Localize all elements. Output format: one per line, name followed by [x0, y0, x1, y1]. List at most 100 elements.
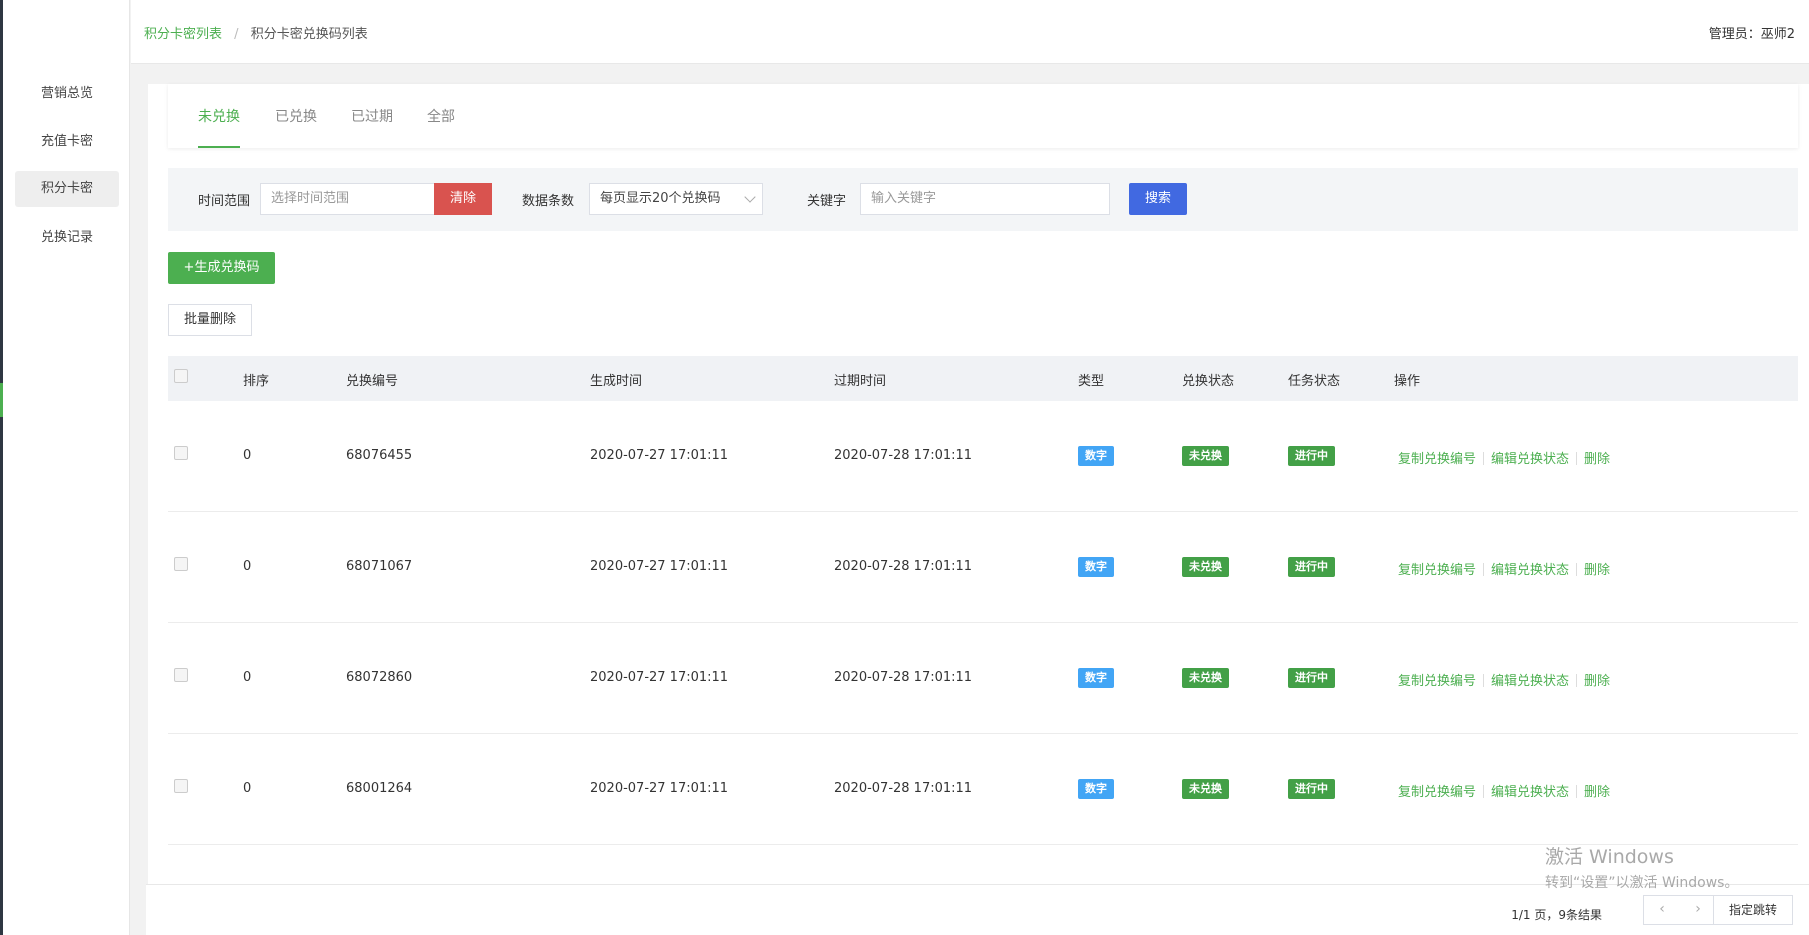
table-row: 0 68072860 2020-07-27 17:01:11 2020-07-2…: [168, 623, 1798, 734]
cell-order: 0: [243, 781, 252, 796]
select-all-checkbox[interactable]: [174, 369, 188, 383]
clear-button[interactable]: 清除: [434, 183, 492, 215]
type-badge: 数字: [1078, 446, 1114, 466]
filter-bar: 时间范围 选择时间范围 清除 数据条数 每页显示20个兑换码 关键字 输入关键字…: [168, 168, 1798, 231]
header-expires: 过期时间: [834, 374, 887, 389]
tab-expired[interactable]: 已过期: [351, 106, 393, 148]
chevron-down-icon: [744, 191, 756, 203]
sidebar-item-marketing-overview[interactable]: 营销总览: [15, 76, 119, 112]
edit-status-link[interactable]: 编辑兑换状态: [1491, 674, 1569, 689]
copy-code-link[interactable]: 复制兑换编号: [1398, 452, 1476, 467]
task-status-badge: 进行中: [1288, 557, 1335, 577]
header-created: 生成时间: [590, 374, 643, 389]
watermark-title: 激活 Windows: [1545, 846, 1674, 868]
cell-order: 0: [243, 670, 252, 685]
breadcrumb-current: 积分卡密兑换码列表: [250, 27, 368, 42]
divider: [1576, 674, 1578, 687]
generate-code-button[interactable]: +生成兑换码: [168, 252, 275, 284]
table-row: 0 68001264 2020-07-27 17:01:11 2020-07-2…: [168, 734, 1798, 845]
task-status-badge: 进行中: [1288, 668, 1335, 688]
cell-created: 2020-07-27 17:01:11: [590, 559, 729, 574]
codes-table: 排序 兑换编号 生成时间 过期时间 类型 兑换状态 任务状态 操作 0 6807…: [168, 356, 1798, 845]
edit-status-link[interactable]: 编辑兑换状态: [1491, 452, 1569, 467]
edit-status-link[interactable]: 编辑兑换状态: [1491, 563, 1569, 578]
delete-link[interactable]: 删除: [1584, 452, 1610, 467]
header-order: 排序: [243, 374, 270, 389]
table-header: 排序 兑换编号 生成时间 过期时间 类型 兑换状态 任务状态 操作: [168, 356, 1798, 401]
sidebar-item-recharge-cards[interactable]: 充值卡密: [15, 124, 119, 160]
table-row: 0 68071067 2020-07-27 17:01:11 2020-07-2…: [168, 512, 1798, 623]
edit-status-link[interactable]: 编辑兑换状态: [1491, 785, 1569, 800]
keyword-input[interactable]: 输入关键字: [860, 183, 1110, 215]
divider: [1483, 452, 1485, 465]
windows-activation-watermark: 激活 Windows 转到“设置”以激活 Windows。: [1545, 842, 1738, 892]
divider: [1576, 452, 1578, 465]
header-type: 类型: [1078, 374, 1105, 389]
cell-expires: 2020-07-28 17:01:11: [834, 781, 973, 796]
delete-link[interactable]: 删除: [1584, 674, 1610, 689]
row-checkbox[interactable]: [174, 446, 188, 460]
delete-link[interactable]: 删除: [1584, 785, 1610, 800]
cell-expires: 2020-07-28 17:01:11: [834, 448, 973, 463]
chevron-left-icon[interactable]: ‹: [1644, 901, 1680, 917]
row-checkbox[interactable]: [174, 779, 188, 793]
chevron-right-icon[interactable]: ›: [1680, 901, 1716, 917]
copy-code-link[interactable]: 复制兑换编号: [1398, 785, 1476, 800]
redeem-status-badge: 未兑换: [1182, 779, 1229, 799]
type-badge: 数字: [1078, 779, 1114, 799]
sidebar-item-points-cards[interactable]: 积分卡密: [15, 171, 119, 207]
status-tabs: 未兑换 已兑换 已过期 全部: [168, 84, 1798, 148]
jump-page-button[interactable]: 指定跳转: [1713, 895, 1793, 925]
redeem-status-badge: 未兑换: [1182, 557, 1229, 577]
cell-order: 0: [243, 559, 252, 574]
sidebar-item-redeem-records[interactable]: 兑换记录: [15, 220, 119, 256]
search-button[interactable]: 搜索: [1129, 183, 1187, 215]
cell-order: 0: [243, 448, 252, 463]
divider: [1483, 674, 1485, 687]
page-size-label: 数据条数: [522, 194, 575, 209]
cell-code: 68071067: [346, 559, 413, 574]
header-redeem-status: 兑换状态: [1182, 374, 1235, 389]
divider: [1483, 785, 1485, 798]
keyword-label: 关键字: [807, 194, 847, 209]
row-checkbox[interactable]: [174, 668, 188, 682]
row-actions: 复制兑换编号 编辑兑换状态 删除: [1398, 781, 1610, 800]
admin-label: 管理员：: [1708, 27, 1761, 42]
copy-code-link[interactable]: 复制兑换编号: [1398, 563, 1476, 578]
time-range-label: 时间范围: [198, 194, 251, 209]
divider: [1576, 563, 1578, 576]
cell-created: 2020-07-27 17:01:11: [590, 781, 729, 796]
divider: [1576, 785, 1578, 798]
cell-code: 68072860: [346, 670, 413, 685]
header-code: 兑换编号: [346, 374, 399, 389]
type-badge: 数字: [1078, 668, 1114, 688]
page-size-value: 每页显示20个兑换码: [600, 191, 721, 206]
copy-code-link[interactable]: 复制兑换编号: [1398, 674, 1476, 689]
cell-expires: 2020-07-28 17:01:11: [834, 559, 973, 574]
tab-unredeemed[interactable]: 未兑换: [198, 106, 240, 148]
page-size-select[interactable]: 每页显示20个兑换码: [589, 183, 763, 215]
delete-link[interactable]: 删除: [1584, 563, 1610, 578]
breadcrumb: 积分卡密列表 / 积分卡密兑换码列表: [144, 23, 368, 42]
table-row: 0 68076455 2020-07-27 17:01:11 2020-07-2…: [168, 401, 1798, 512]
top-bar: 积分卡密列表 / 积分卡密兑换码列表 管理员：巫师2: [131, 0, 1809, 64]
row-checkbox[interactable]: [174, 557, 188, 571]
task-status-badge: 进行中: [1288, 779, 1335, 799]
breadcrumb-link[interactable]: 积分卡密列表: [144, 27, 222, 42]
admin-name: 巫师2: [1760, 27, 1795, 42]
header-task-status: 任务状态: [1288, 374, 1341, 389]
tab-redeemed[interactable]: 已兑换: [275, 106, 317, 148]
divider: [1483, 563, 1485, 576]
row-actions: 复制兑换编号 编辑兑换状态 删除: [1398, 448, 1610, 467]
row-actions: 复制兑换编号 编辑兑换状态 删除: [1398, 670, 1610, 689]
task-status-badge: 进行中: [1288, 446, 1335, 466]
cell-created: 2020-07-27 17:01:11: [590, 448, 729, 463]
time-range-input[interactable]: 选择时间范围: [260, 183, 435, 215]
page-info: 1/1 页，9条结果: [1511, 908, 1602, 922]
redeem-status-badge: 未兑换: [1182, 668, 1229, 688]
cell-created: 2020-07-27 17:01:11: [590, 670, 729, 685]
cell-expires: 2020-07-28 17:01:11: [834, 670, 973, 685]
sidebar: 营销总览 充值卡密 积分卡密 兑换记录: [3, 0, 130, 935]
batch-delete-button[interactable]: 批量删除: [168, 304, 252, 336]
tab-all[interactable]: 全部: [427, 106, 455, 148]
